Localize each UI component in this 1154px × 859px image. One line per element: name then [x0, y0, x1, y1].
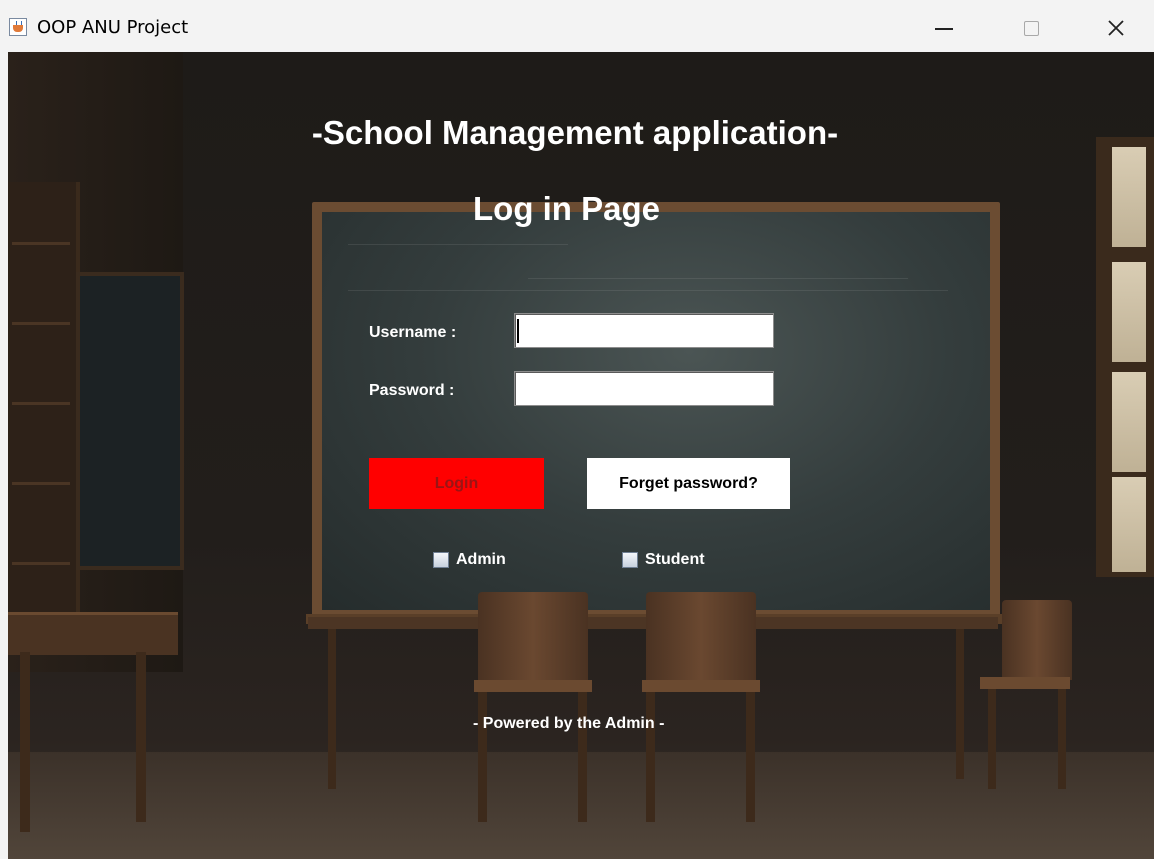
- login-panel: -School Management application- Log in P…: [8, 52, 1154, 859]
- page-title: Log in Page: [473, 190, 661, 227]
- password-input[interactable]: [514, 371, 774, 406]
- maximize-icon: [1023, 20, 1039, 36]
- maximize-button[interactable]: [1001, 6, 1061, 50]
- app-title: -School Management application-: [311, 114, 839, 151]
- title-bar[interactable]: OOP ANU Project: [0, 0, 1154, 52]
- username-input[interactable]: [514, 313, 774, 348]
- password-label: Password :: [369, 382, 455, 399]
- footer-credit: - Powered by the Admin -: [473, 715, 665, 732]
- admin-checkbox-box[interactable]: [433, 552, 449, 568]
- window-title: OOP ANU Project: [37, 17, 189, 38]
- minimize-icon: [935, 28, 953, 30]
- java-app-icon: [9, 18, 27, 36]
- student-checkbox-label: Student: [645, 551, 705, 568]
- login-button[interactable]: Login: [369, 458, 544, 509]
- admin-checkbox[interactable]: Admin: [433, 551, 506, 569]
- username-label: Username :: [369, 324, 457, 341]
- minimize-button[interactable]: [914, 6, 974, 50]
- admin-checkbox-label: Admin: [456, 551, 506, 568]
- student-checkbox-box[interactable]: [622, 552, 638, 568]
- close-button[interactable]: [1086, 6, 1146, 50]
- text-caret: [517, 319, 519, 343]
- forget-password-button[interactable]: Forget password?: [587, 458, 790, 509]
- close-icon: [1108, 20, 1124, 36]
- application-window: OOP ANU Project -School Management appli…: [0, 0, 1154, 859]
- student-checkbox[interactable]: Student: [622, 551, 705, 569]
